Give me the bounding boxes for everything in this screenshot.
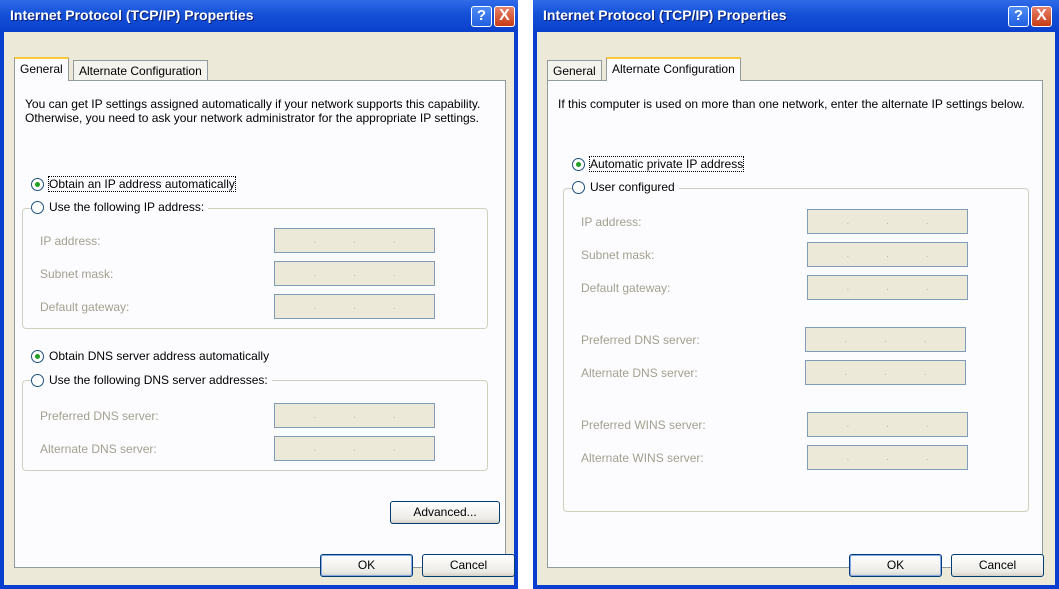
default-gateway-field[interactable]: ... xyxy=(274,294,435,319)
advanced-button[interactable]: Advanced... xyxy=(390,501,500,524)
radio-indicator xyxy=(572,180,585,194)
close-icon[interactable]: X xyxy=(494,6,515,27)
dialog-body: General Alternate Configuration You can … xyxy=(4,32,515,585)
user-configured-radio[interactable]: User configured xyxy=(572,180,679,194)
tab-alternate-configuration[interactable]: Alternate Configuration xyxy=(606,57,741,81)
use-following-ip-radio[interactable]: Use the following IP address: xyxy=(31,200,209,214)
radio-label: User configured xyxy=(590,180,675,194)
preferred-wins-field[interactable]: ... xyxy=(807,412,968,437)
tab-alternate-configuration[interactable]: Alternate Configuration xyxy=(73,60,208,80)
radio-label: Obtain an IP address automatically xyxy=(48,176,236,192)
radio-label: Obtain DNS server address automatically xyxy=(49,349,270,363)
window-title: Internet Protocol (TCP/IP) Properties xyxy=(543,7,787,23)
ip-address-field[interactable]: ... xyxy=(274,228,435,253)
cancel-button[interactable]: Cancel xyxy=(951,554,1044,577)
tcpip-properties-window-general: Internet Protocol (TCP/IP) Properties ? … xyxy=(0,0,518,589)
ok-button[interactable]: OK xyxy=(320,554,413,577)
title-bar[interactable]: Internet Protocol (TCP/IP) Properties ? … xyxy=(533,0,1059,32)
intro-text: You can get IP settings assigned automat… xyxy=(25,97,481,125)
intro-text: If this computer is used on more than on… xyxy=(558,97,1025,111)
dialog-body: General Alternate Configuration If this … xyxy=(537,32,1055,585)
radio-indicator xyxy=(31,177,44,191)
subnet-mask-label: Subnet mask: xyxy=(40,267,114,281)
subnet-mask-label: Subnet mask: xyxy=(581,248,655,262)
tcpip-properties-window-alternate: Internet Protocol (TCP/IP) Properties ? … xyxy=(533,0,1059,589)
default-gateway-field[interactable]: ... xyxy=(807,275,968,300)
use-following-dns-radio[interactable]: Use the following DNS server addresses: xyxy=(31,373,272,387)
cancel-button[interactable]: Cancel xyxy=(422,554,515,577)
obtain-dns-auto-radio[interactable]: Obtain DNS server address automatically xyxy=(31,349,269,363)
radio-indicator xyxy=(31,349,44,363)
ok-button[interactable]: OK xyxy=(849,554,942,577)
radio-indicator xyxy=(31,373,44,387)
tab-general[interactable]: General xyxy=(14,57,69,81)
title-bar[interactable]: Internet Protocol (TCP/IP) Properties ? … xyxy=(0,0,518,32)
close-icon[interactable]: X xyxy=(1031,6,1052,27)
default-gateway-label: Default gateway: xyxy=(581,281,671,295)
alternate-wins-label: Alternate WINS server: xyxy=(581,451,704,465)
radio-label: Use the following DNS server addresses: xyxy=(49,373,268,387)
radio-indicator xyxy=(572,157,585,171)
alternate-tab-panel: If this computer is used on more than on… xyxy=(547,80,1043,568)
window-title: Internet Protocol (TCP/IP) Properties xyxy=(10,7,254,23)
ip-address-field[interactable]: ... xyxy=(807,209,968,234)
ip-address-label: IP address: xyxy=(40,234,101,248)
alternate-dns-label: Alternate DNS server: xyxy=(581,366,698,380)
default-gateway-label: Default gateway: xyxy=(40,300,130,314)
radio-indicator xyxy=(31,200,44,214)
general-tab-panel: You can get IP settings assigned automat… xyxy=(14,80,506,568)
help-icon[interactable]: ? xyxy=(1008,6,1029,27)
automatic-private-ip-radio[interactable]: Automatic private IP address xyxy=(572,156,745,172)
ip-address-label: IP address: xyxy=(581,215,642,229)
preferred-dns-label: Preferred DNS server: xyxy=(581,333,700,347)
subnet-mask-field[interactable]: ... xyxy=(807,242,968,267)
alternate-dns-label: Alternate DNS server: xyxy=(40,442,157,456)
radio-label: Automatic private IP address xyxy=(588,156,745,172)
preferred-dns-label: Preferred DNS server: xyxy=(40,409,159,423)
obtain-ip-auto-radio[interactable]: Obtain an IP address automatically xyxy=(31,176,236,192)
alternate-dns-field[interactable]: ... xyxy=(274,436,435,461)
preferred-dns-field[interactable]: ... xyxy=(274,403,435,428)
alternate-wins-field[interactable]: ... xyxy=(807,445,968,470)
tab-general[interactable]: General xyxy=(547,60,602,80)
help-icon[interactable]: ? xyxy=(471,6,492,27)
alternate-dns-field[interactable]: ... xyxy=(805,360,966,385)
preferred-dns-field[interactable]: ... xyxy=(805,327,966,352)
subnet-mask-field[interactable]: ... xyxy=(274,261,435,286)
preferred-wins-label: Preferred WINS server: xyxy=(581,418,706,432)
radio-label: Use the following IP address: xyxy=(49,200,205,214)
